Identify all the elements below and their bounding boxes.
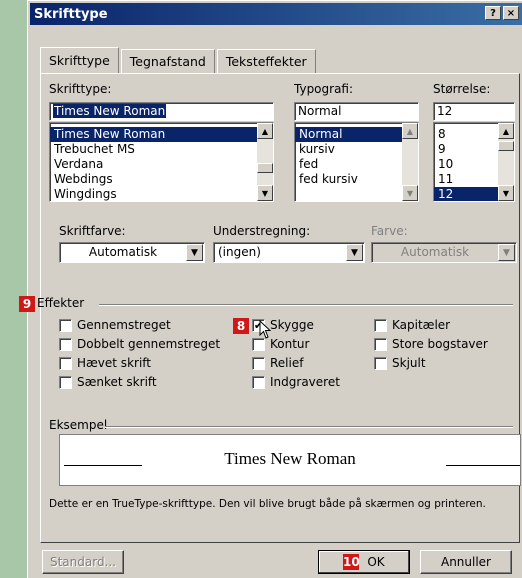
step-badge-9: 9 [19, 296, 35, 312]
checkbox-all-caps[interactable]: Store bogstaver [374, 337, 488, 351]
font-scrollbar[interactable]: ▲ ▼ [257, 123, 273, 201]
font-color-value: Automatisk [88, 245, 158, 259]
underline-color-value: Automatisk [400, 245, 470, 259]
preview-box: Times New Roman [59, 434, 521, 486]
scroll-up-icon[interactable]: ▲ [498, 123, 514, 139]
tab-panel: Skrifttype: Times New Roman Times New Ro… [19, 73, 521, 543]
font-color-label: Skriftfarve: [59, 224, 126, 238]
font-dialog: Skrifttype ? × Skrifttype Tegnafstand Te… [19, 0, 522, 578]
checkbox-box[interactable] [252, 356, 265, 370]
checkbox-label: Skjult [392, 356, 426, 370]
list-item[interactable]: Verdana [50, 157, 273, 172]
effects-divider [99, 304, 513, 306]
checkbox-label: Skygge [270, 318, 314, 332]
effects-title: Effekter [37, 296, 85, 310]
tab-text-effects[interactable]: Teksteffekter [216, 49, 316, 73]
style-list[interactable]: Normal kursiv fed fed kursiv ▲ ▼ [294, 122, 419, 202]
checkbox-small-caps[interactable]: Kapitæler [374, 318, 450, 332]
checkbox-engrave[interactable]: Indgraveret [252, 375, 340, 389]
font-list[interactable]: Times New Roman Trebuchet MS Verdana Web… [49, 122, 274, 202]
list-item[interactable]: Trebuchet MS [50, 142, 273, 157]
checkbox-label: Relief [270, 356, 304, 370]
font-color-combo[interactable]: Automatisk ▼ [59, 242, 205, 263]
default-button[interactable]: Standard... [42, 550, 124, 574]
scroll-up-icon[interactable]: ▲ [257, 123, 273, 139]
style-label: Typografi: [294, 82, 354, 96]
checkbox-label: Hævet skrift [77, 356, 151, 370]
list-item[interactable]: fed kursiv [295, 172, 418, 187]
checkbox-label: Kontur [270, 337, 310, 351]
cancel-button[interactable]: Annuller [420, 550, 512, 574]
dialog-title: Skrifttype [34, 6, 108, 22]
font-input[interactable]: Times New Roman [49, 102, 274, 121]
underline-color-combo[interactable]: Automatisk ▼ [371, 242, 517, 263]
scroll-down-icon[interactable]: ▼ [402, 185, 418, 201]
underline-color-label: Farve: [371, 224, 408, 238]
checkbox-label: Sænket skrift [77, 375, 157, 389]
size-label: Størrelse: [433, 82, 491, 96]
scroll-thumb[interactable] [498, 141, 514, 151]
style-scrollbar[interactable]: ▲ ▼ [402, 123, 418, 201]
mouse-cursor-icon [259, 320, 272, 339]
close-button[interactable]: × [503, 6, 519, 20]
list-item[interactable]: kursiv [295, 142, 418, 157]
size-input[interactable]: 12 [433, 102, 515, 121]
list-item[interactable]: Webdings [50, 172, 273, 187]
preview-divider [105, 426, 513, 428]
tab-font[interactable]: Skrifttype [40, 47, 119, 73]
checkbox-label: Kapitæler [392, 318, 451, 332]
checkbox-box[interactable] [59, 375, 72, 389]
checkbox-box[interactable] [59, 356, 72, 370]
checkbox-box[interactable] [252, 375, 265, 389]
tab-spacing[interactable]: Tegnafstand [120, 49, 215, 73]
size-scrollbar[interactable]: ▲ ▼ [498, 123, 514, 201]
style-input[interactable]: Normal [294, 102, 419, 121]
checkbox-emboss[interactable]: Relief [252, 356, 303, 370]
ok-button[interactable]: 10 OK [318, 550, 410, 574]
preview-line-right [446, 465, 520, 466]
list-item[interactable]: Wingdings [50, 187, 273, 201]
checkbox-subscript[interactable]: Sænket skrift [59, 375, 157, 389]
underline-value: (ingen) [218, 245, 261, 259]
scroll-up-icon[interactable]: ▲ [402, 123, 418, 139]
chevron-down-icon[interactable]: ▼ [186, 244, 203, 261]
underline-label: Understregning: [213, 224, 311, 238]
list-item[interactable]: Times New Roman [50, 127, 273, 142]
help-button[interactable]: ? [485, 6, 501, 20]
ok-button-label: OK [367, 555, 385, 569]
chevron-down-icon[interactable]: ▼ [498, 244, 515, 261]
checkbox-label: Dobbelt gennemstreget [77, 337, 221, 351]
font-label: Skrifttype: [49, 82, 112, 96]
chevron-down-icon[interactable]: ▼ [346, 244, 363, 261]
checkbox-box[interactable] [374, 337, 387, 351]
preview-text: Times New Roman [224, 449, 356, 468]
scroll-down-icon[interactable]: ▼ [498, 185, 514, 201]
step-badge-10: 10 [342, 554, 360, 570]
font-input-value: Times New Roman [53, 104, 167, 118]
checkbox-double-strikethrough[interactable]: Dobbelt gennemstreget [59, 337, 220, 351]
checkbox-label: Store bogstaver [392, 337, 488, 351]
checkbox-strikethrough[interactable]: Gennemstreget [59, 318, 171, 332]
list-item[interactable]: fed [295, 157, 418, 172]
scroll-thumb[interactable] [257, 163, 273, 173]
scroll-down-icon[interactable]: ▼ [257, 185, 273, 201]
list-item[interactable]: Normal [295, 127, 418, 142]
checkbox-superscript[interactable]: Hævet skrift [59, 356, 151, 370]
checkbox-box[interactable] [59, 318, 72, 332]
checkbox-hidden[interactable]: Skjult [374, 356, 426, 370]
underline-combo[interactable]: (ingen) ▼ [213, 242, 365, 263]
checkbox-label: Indgraveret [270, 375, 340, 389]
tab-strip: Skrifttype Tegnafstand Teksteffekter [40, 47, 318, 73]
preview-title: Eksempel [49, 418, 108, 432]
step-badge-8: 8 [233, 318, 249, 334]
truetype-note: Dette er en TrueType-skrifttype. Den vil… [49, 498, 486, 510]
checkbox-box[interactable] [374, 356, 387, 370]
checkbox-box[interactable] [59, 337, 72, 351]
title-bar: Skrifttype ? × [30, 3, 522, 25]
checkbox-label: Gennemstreget [77, 318, 171, 332]
checkbox-box[interactable] [374, 318, 387, 332]
size-list[interactable]: 8 9 10 11 12 ▲ ▼ [433, 122, 515, 202]
